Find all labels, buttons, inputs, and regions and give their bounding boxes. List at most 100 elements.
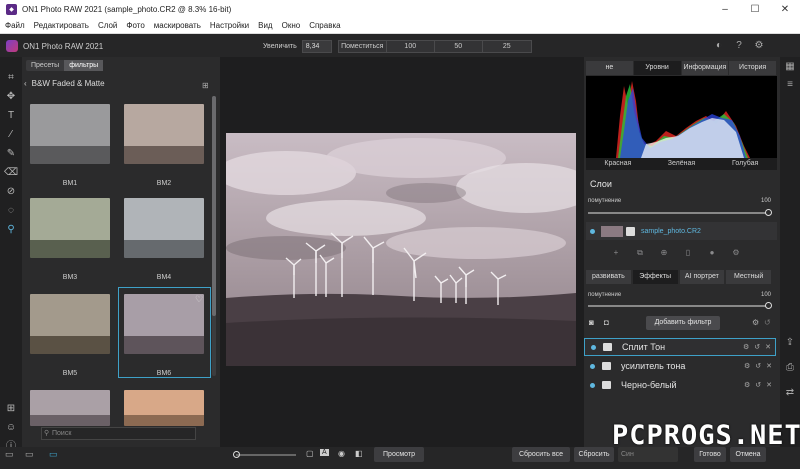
browse-icon[interactable]: ▦: [784, 61, 796, 72]
menu-layer[interactable]: Слой: [98, 21, 117, 30]
preset-thumbnail[interactable]: [30, 198, 110, 258]
menu-edit[interactable]: Редактировать: [34, 21, 89, 30]
layer-mask-icon[interactable]: [626, 226, 635, 236]
favorite-heart-icon[interactable]: ♡: [195, 294, 203, 305]
gear-icon[interactable]: ⚙: [743, 343, 749, 351]
breadcrumb[interactable]: ‹ B&W Faded & Matte: [24, 79, 105, 88]
preview-photo[interactable]: [226, 133, 576, 366]
minimize-icon[interactable]: –: [710, 0, 740, 18]
zoom-value-dropdown[interactable]: 8,34: [301, 39, 332, 53]
duplicate-layer-icon[interactable]: ⧉: [634, 248, 646, 258]
zoom-slider-knob[interactable]: [233, 451, 240, 458]
layer-settings-icon[interactable]: ⚙: [730, 248, 742, 258]
help-icon[interactable]: ?: [732, 39, 746, 53]
tab-ai-portrait[interactable]: AI портрет: [679, 270, 725, 284]
close-icon[interactable]: ✕: [766, 381, 772, 389]
zoom-25-button[interactable]: 25: [483, 41, 531, 52]
reset-all-button[interactable]: Сбросить все: [512, 447, 570, 462]
reset-icon[interactable]: ↺: [755, 362, 761, 370]
tab-filters[interactable]: фильтры: [64, 60, 104, 71]
tab-develop[interactable]: развивать: [586, 270, 631, 284]
layer-opacity-knob[interactable]: [765, 209, 772, 216]
filter-visibility-icon[interactable]: [591, 344, 596, 350]
preset-thumbnail[interactable]: [30, 390, 110, 426]
browser-scrollbar-thumb[interactable]: [212, 96, 216, 316]
edit-icon[interactable]: ≡: [784, 79, 796, 90]
zoom-tool-icon[interactable]: ⚲: [4, 223, 18, 237]
eraser-icon[interactable]: ⌫: [4, 166, 18, 180]
channel-blue[interactable]: Голубая: [713, 158, 777, 170]
tab-local[interactable]: Местный: [726, 270, 771, 284]
move-icon[interactable]: ✥: [4, 90, 18, 104]
preset-search-input[interactable]: ⚲ Поиск: [41, 427, 196, 440]
gear-icon[interactable]: ⚙: [744, 362, 750, 370]
share-icon[interactable]: ⇄: [784, 387, 796, 398]
channel-red[interactable]: Красная: [586, 158, 650, 170]
menu-help[interactable]: Справка: [309, 21, 340, 30]
text-icon[interactable]: T: [4, 109, 18, 123]
menu-settings[interactable]: Настройки: [210, 21, 249, 30]
reset-icon[interactable]: ↺: [754, 343, 760, 351]
tab-presets[interactable]: Пресеты: [26, 60, 64, 71]
filter-settings-icon[interactable]: ⚙: [752, 318, 759, 327]
filter-split-tone[interactable]: Сплит Тон ⚙ ↺ ✕: [584, 338, 776, 356]
settings-icon[interactable]: ⚙: [752, 39, 766, 53]
filter-visibility-icon[interactable]: [590, 363, 595, 369]
effects-opacity-knob[interactable]: [765, 302, 772, 309]
filter-mask-icon[interactable]: [602, 381, 611, 389]
close-icon[interactable]: ✕: [766, 362, 772, 370]
reset-filter-icon[interactable]: ↺: [764, 318, 771, 327]
menu-photo[interactable]: Фото: [126, 21, 144, 30]
mask-layer-icon[interactable]: ●: [706, 248, 718, 258]
tab-history[interactable]: История: [729, 61, 777, 75]
menu-window[interactable]: Окно: [282, 21, 301, 30]
zoom-fit-button[interactable]: Поместиться: [339, 40, 387, 52]
zoom-slider[interactable]: [236, 454, 296, 456]
compare-square-icon[interactable]: ▢: [306, 449, 314, 458]
reset-button[interactable]: Сбросить: [574, 447, 614, 462]
channel-green[interactable]: Зелёная: [650, 158, 714, 170]
filter-mask-icon[interactable]: [602, 362, 611, 370]
add-filter-button[interactable]: Добавить фильтр: [646, 316, 720, 330]
menu-file[interactable]: Файл: [5, 21, 25, 30]
view-mode-icon[interactable]: ▭: [49, 449, 58, 460]
delete-layer-icon[interactable]: ▯: [682, 248, 694, 258]
people-icon[interactable]: ☺: [4, 421, 18, 435]
effects-opacity-slider[interactable]: [588, 305, 768, 307]
mask-view-icon[interactable]: ◧: [355, 449, 363, 458]
reset-icon[interactable]: ↺: [755, 381, 761, 389]
preview-button[interactable]: Просмотр: [374, 447, 424, 462]
filter-visibility-icon[interactable]: [590, 382, 595, 388]
close-icon[interactable]: ✕: [765, 343, 771, 351]
crop-icon[interactable]: ⌗: [4, 71, 18, 85]
camera-icon[interactable]: ◙: [589, 318, 594, 327]
zoom-50-button[interactable]: 50: [435, 40, 483, 52]
compare-icon[interactable]: ◐: [712, 39, 726, 53]
menu-view[interactable]: Вид: [258, 21, 272, 30]
filter-mask-icon[interactable]: [603, 343, 612, 351]
merge-layer-icon[interactable]: ⊕: [658, 248, 670, 258]
preset-thumbnail[interactable]: [124, 390, 204, 426]
auto-icon[interactable]: A: [320, 449, 329, 456]
filmstrip-icon[interactable]: ▭: [25, 449, 34, 460]
back-chevron-icon[interactable]: ‹: [24, 79, 27, 88]
circle-icon[interactable]: ◉: [338, 449, 345, 458]
menu-mask[interactable]: маскировать: [154, 21, 201, 30]
tab-navigator[interactable]: не: [586, 61, 634, 75]
close-icon[interactable]: ✕: [770, 0, 800, 18]
tab-levels[interactable]: Уровни: [633, 61, 682, 75]
grid-toggle-icon[interactable]: ⊞: [202, 81, 209, 90]
layer-row[interactable]: sample_photo.CR2: [586, 222, 777, 240]
tab-effects[interactable]: Эффекты: [632, 270, 678, 284]
print-icon[interactable]: ⎙: [784, 362, 796, 373]
layer-visibility-icon[interactable]: [590, 228, 595, 234]
preset-thumbnail[interactable]: [30, 294, 110, 354]
preset-thumbnail[interactable]: [30, 104, 110, 164]
filter-tone-enhancer[interactable]: усилитель тона ⚙ ↺ ✕: [584, 357, 776, 375]
gradient-icon[interactable]: ◌: [4, 204, 18, 218]
panel-toggle-icon[interactable]: ▭: [5, 449, 14, 460]
mask-icon[interactable]: ◘: [604, 318, 609, 327]
retouch-icon[interactable]: ⁄: [4, 128, 18, 142]
brush-icon[interactable]: ✎: [4, 147, 18, 161]
gear-icon[interactable]: ⚙: [744, 381, 750, 389]
